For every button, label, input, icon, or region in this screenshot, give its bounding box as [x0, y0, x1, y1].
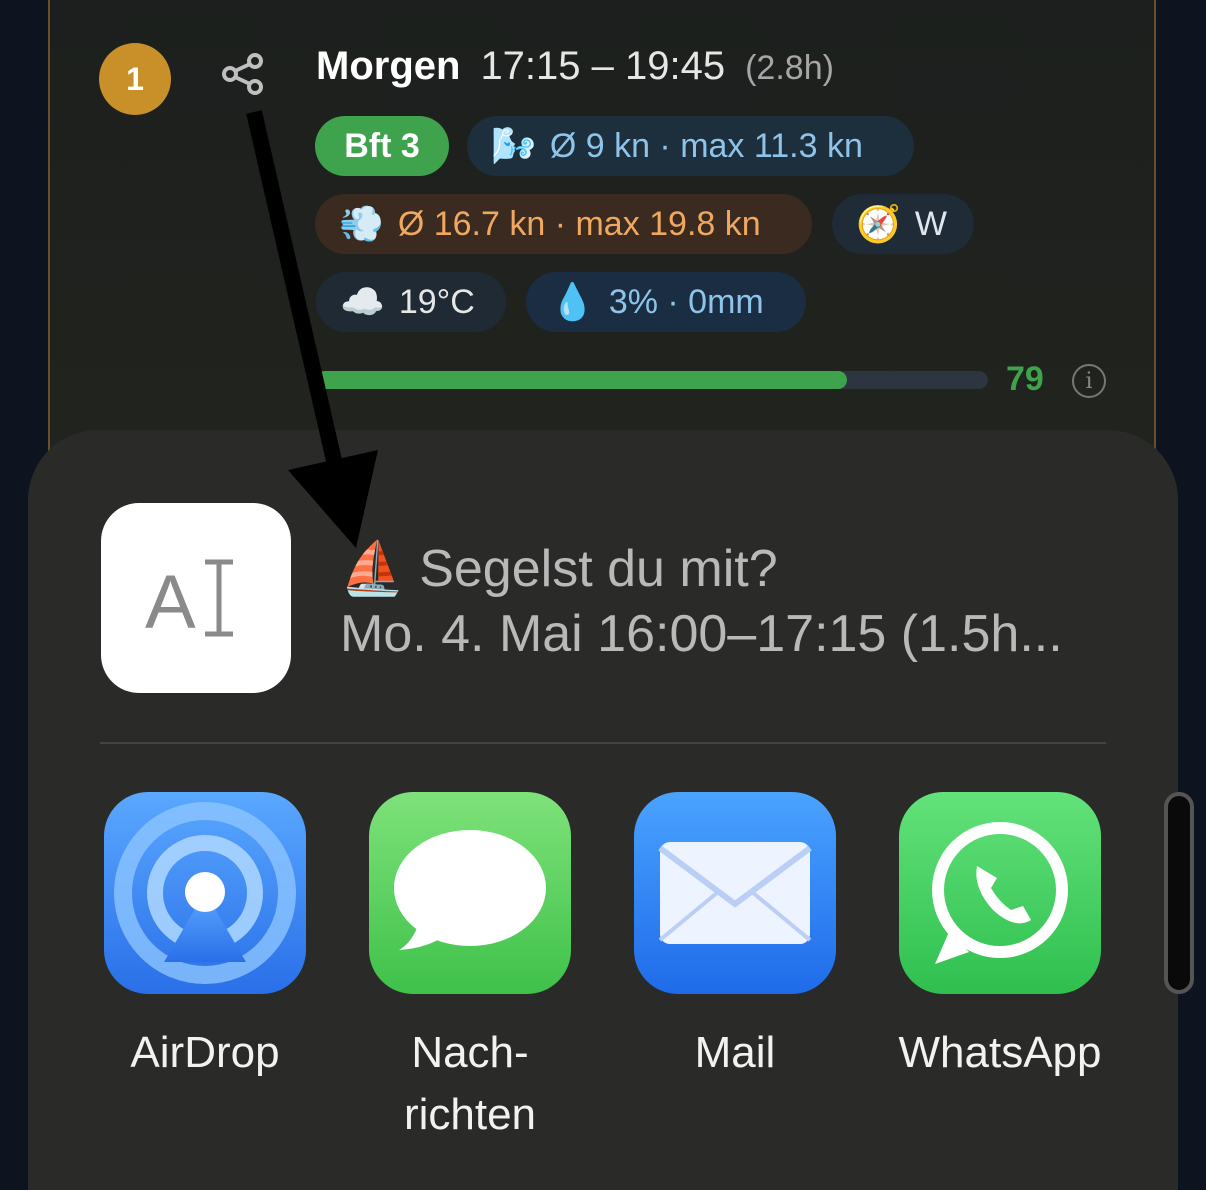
direction-value: W [914, 204, 947, 243]
preview-title-row: ⛵ Segelst du mit? [340, 538, 778, 599]
gust-value: Ø 16.7 kn · max 19.8 kn [397, 204, 761, 243]
text-cursor-icon: A [145, 559, 233, 645]
whatsapp-app-button[interactable] [899, 792, 1101, 994]
cloud-icon: ☁️ [340, 281, 385, 322]
info-icon[interactable]: i [1072, 364, 1106, 398]
messages-icon [369, 792, 571, 994]
rain-chip: 💧 3% · 0mm [526, 272, 806, 332]
droplet-icon: 💧 [550, 281, 595, 322]
preview-title: Segelst du mit? [419, 540, 778, 598]
airdrop-app-button[interactable] [104, 792, 306, 994]
time-range: 17:15 – 19:45 [480, 44, 726, 88]
airdrop-icon [104, 792, 306, 994]
airdrop-label: AirDrop [130, 1028, 280, 1077]
score-bar [316, 371, 988, 389]
share-icon[interactable] [220, 52, 266, 96]
preview-icon-letter: A [145, 560, 196, 645]
preview-subtitle: Mo. 4. Mai 16:00–17:15 (1.5h... [340, 605, 1063, 663]
divider [100, 742, 1106, 744]
preview-app-icon: A [101, 503, 291, 693]
duration: (2.8h) [745, 49, 834, 87]
sailboat-icon: ⛵ [340, 540, 405, 598]
messages-label: Nach- richten [403, 1028, 537, 1139]
mail-app-button[interactable] [634, 792, 836, 994]
score-value: 79 [1006, 360, 1044, 398]
temperature-value: 19°C [398, 282, 475, 321]
more-app-partial[interactable] [1164, 792, 1194, 994]
wind-value: Ø 9 kn · max 11.3 kn [549, 126, 863, 165]
whatsapp-icon [899, 792, 1101, 994]
direction-chip: 🧭 W [832, 194, 974, 254]
rain-value: 3% · 0mm [608, 282, 764, 321]
dashing-away-icon: 💨 [339, 203, 384, 244]
wind-face-icon: 🌬️ [491, 125, 536, 166]
wind-chip: 🌬️ Ø 9 kn · max 11.3 kn [467, 116, 914, 176]
mail-label: Mail [694, 1028, 776, 1077]
title-row: Morgen 17:15 – 19:45 (2.8h) [316, 44, 834, 96]
gust-chip: 💨 Ø 16.7 kn · max 19.8 kn [315, 194, 812, 254]
messages-app-button[interactable] [369, 792, 571, 994]
day-label: Morgen [316, 44, 461, 88]
temperature-chip: ☁️ 19°C [316, 272, 506, 332]
compass-icon: 🧭 [856, 203, 901, 244]
beaufort-chip: Bft 3 [315, 116, 449, 176]
score-bar-fill [316, 371, 847, 389]
rank-badge: 1 [99, 43, 171, 115]
mail-icon [634, 792, 836, 994]
beaufort-label: Bft 3 [344, 126, 420, 165]
whatsapp-label: WhatsApp [898, 1028, 1102, 1077]
